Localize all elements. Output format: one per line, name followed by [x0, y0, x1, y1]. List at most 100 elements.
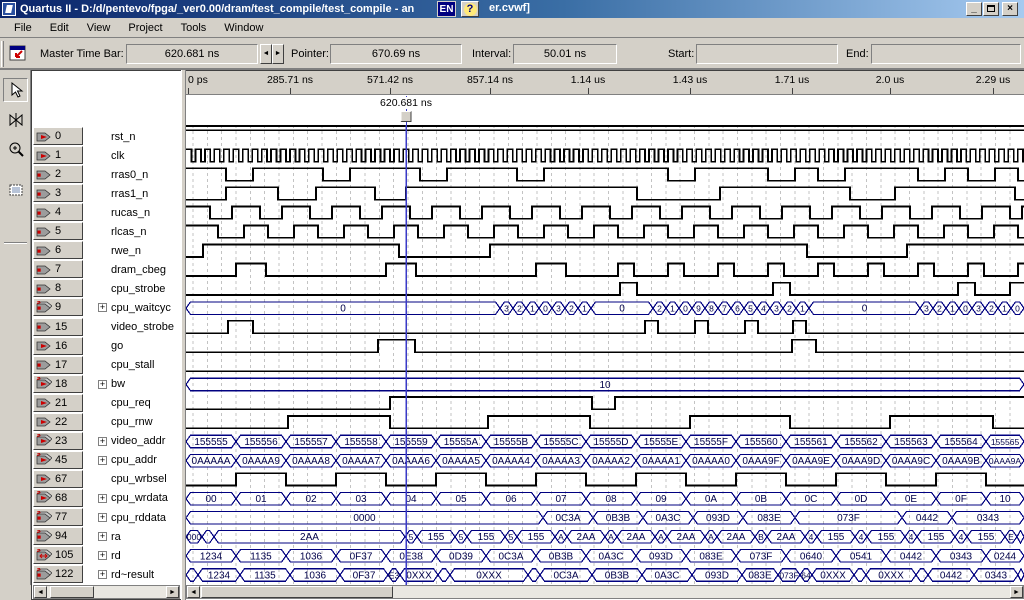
expand-plus-icon[interactable]: +: [98, 380, 107, 389]
scroll-right-icon[interactable]: ►: [1010, 586, 1023, 598]
signal-name-cell-cpu_req[interactable]: cpu_req: [84, 394, 180, 413]
signal-row-handle-rst_n[interactable]: 0: [33, 127, 83, 145]
svg-text:155555: 155555: [194, 437, 228, 448]
signal-row-handle-cpu_addr[interactable]: 45: [33, 451, 83, 469]
expand-plus-icon[interactable]: +: [98, 494, 107, 503]
master-time-bar-field[interactable]: 620.681 ns: [126, 44, 258, 64]
waveform-hscrollbar[interactable]: ◄►: [186, 585, 1024, 599]
signal-panel-hscrollbar[interactable]: ◄►: [33, 585, 180, 599]
end-field[interactable]: [871, 44, 1021, 64]
zoom-tool-icon[interactable]: [3, 138, 28, 162]
signal-row-handle-rlcas_n[interactable]: 5: [33, 222, 83, 240]
signal-row-handle-cpu_wrdata[interactable]: 68: [33, 489, 83, 507]
svg-text:0XXX: 0XXX: [820, 570, 846, 581]
signal-name-cell-cpu_wrdata[interactable]: +cpu_wrdata: [84, 489, 180, 508]
waveform-canvas[interactable]: 0321032102109876543210321032101015555515…: [186, 125, 1024, 585]
master-time-bar-line[interactable]: [406, 96, 407, 585]
signal-name-cell-rd~result[interactable]: +rd~result: [84, 565, 180, 584]
signal-name-cell-cpu_addr[interactable]: +cpu_addr: [84, 451, 180, 470]
master-time-bar-handle[interactable]: [401, 111, 412, 122]
signal-name-cell-cpu_rnw[interactable]: cpu_rnw: [84, 413, 180, 432]
menu-item-window[interactable]: Window: [216, 20, 271, 36]
menu-item-tools[interactable]: Tools: [173, 20, 215, 36]
signal-name-cell-bw[interactable]: +bw: [84, 375, 180, 394]
scroll-thumb[interactable]: [50, 586, 94, 598]
output-pin-icon: [36, 244, 52, 257]
expand-plus-icon[interactable]: +: [98, 303, 107, 312]
waveform-edit-tool-icon[interactable]: [3, 108, 28, 132]
signal-name-cell-rras0_n[interactable]: rras0_n: [84, 165, 180, 184]
signal-row-handle-rucas_n[interactable]: 4: [33, 203, 83, 221]
menu-item-project[interactable]: Project: [120, 20, 170, 36]
menu-item-edit[interactable]: Edit: [42, 20, 77, 36]
signal-row-handle-cpu_rddata[interactable]: 77: [33, 508, 83, 526]
signal-name-cell-cpu_stall[interactable]: cpu_stall: [84, 356, 180, 375]
marker-strip[interactable]: [186, 95, 1024, 125]
signal-row-handle-cpu_waitcyc[interactable]: 9: [33, 298, 83, 316]
expand-plus-icon[interactable]: +: [98, 570, 107, 579]
full-screen-tool-icon[interactable]: [3, 178, 28, 202]
signal-name-cell-cpu_strobe[interactable]: cpu_strobe: [84, 279, 180, 298]
signal-row-handle-cpu_stall[interactable]: 17: [33, 356, 83, 374]
scroll-left-icon[interactable]: ◄: [187, 586, 200, 598]
svg-text:083E: 083E: [757, 513, 781, 524]
scroll-thumb[interactable]: [201, 586, 393, 598]
signal-row-handle-rras0_n[interactable]: 2: [33, 165, 83, 183]
signal-name-cell-cpu_wrbsel[interactable]: cpu_wrbsel: [84, 470, 180, 489]
waveform-toolbar-icon[interactable]: [7, 42, 31, 66]
signal-row-handle-clk[interactable]: 1: [33, 146, 83, 164]
signal-name-cell-cpu_rddata[interactable]: +cpu_rddata: [84, 508, 180, 527]
signal-name-cell-rras1_n[interactable]: rras1_n: [84, 184, 180, 203]
scroll-left-icon[interactable]: ◄: [34, 586, 47, 598]
language-indicator-badge[interactable]: EN: [437, 1, 456, 17]
signal-name-cell-rwe_n[interactable]: rwe_n: [84, 241, 180, 260]
signal-index: 22: [55, 416, 67, 428]
signal-row-handle-video_addr[interactable]: 23: [33, 432, 83, 450]
signal-row-handle-rd~result[interactable]: 122: [33, 565, 83, 583]
signal-row-handle-go[interactable]: 16: [33, 337, 83, 355]
signal-row-handle-cpu_rnw[interactable]: 22: [33, 413, 83, 431]
selection-tool-icon[interactable]: [3, 78, 28, 102]
menu-item-file[interactable]: File: [6, 20, 40, 36]
expand-plus-icon[interactable]: +: [98, 551, 107, 560]
minimize-button[interactable]: _: [966, 2, 982, 16]
scroll-right-icon[interactable]: ►: [166, 586, 179, 598]
signal-name-cell-clk[interactable]: clk: [84, 146, 180, 165]
signal-row-handle-cpu_strobe[interactable]: 8: [33, 279, 83, 297]
signal-name-cell-ra[interactable]: +ra: [84, 527, 180, 546]
signal-row-handle-ra[interactable]: 94: [33, 527, 83, 545]
signal-row-handle-bw[interactable]: 18: [33, 375, 83, 393]
output-bus-icon: [36, 511, 52, 524]
expand-plus-icon[interactable]: +: [98, 437, 107, 446]
master-time-spin-left-icon[interactable]: ◄: [260, 44, 272, 64]
help-icon[interactable]: ?: [461, 1, 479, 17]
signal-name-cell-rst_n[interactable]: rst_n: [84, 127, 180, 146]
signal-name-cell-dram_cbeg[interactable]: dram_cbeg: [84, 260, 180, 279]
expand-plus-icon[interactable]: +: [98, 456, 107, 465]
signal-row-handle-rras1_n[interactable]: 3: [33, 184, 83, 202]
expand-plus-icon[interactable]: +: [98, 513, 107, 522]
signal-row-handle-cpu_wrbsel[interactable]: 67: [33, 470, 83, 488]
svg-text:0A3C: 0A3C: [655, 513, 680, 524]
svg-text:0XXX: 0XXX: [878, 570, 904, 581]
signal-row-handle-video_strobe[interactable]: 15: [33, 318, 83, 336]
close-button[interactable]: ×: [1002, 2, 1018, 16]
signal-name-cell-rd[interactable]: +rd: [84, 546, 180, 565]
signal-row-handle-rd[interactable]: 105: [33, 546, 83, 564]
signal-name-cell-rlcas_n[interactable]: rlcas_n: [84, 222, 180, 241]
signal-row-handle-cpu_req[interactable]: 21: [33, 394, 83, 412]
signal-row-handle-dram_cbeg[interactable]: 7: [33, 260, 83, 278]
signal-name-cell-go[interactable]: go: [84, 337, 180, 356]
restore-button[interactable]: [983, 2, 999, 16]
signal-name-cell-cpu_waitcyc[interactable]: +cpu_waitcyc: [84, 298, 180, 317]
time-ruler[interactable]: 0 ps285.71 ns571.42 ns857.14 ns1.14 us1.…: [186, 71, 1024, 95]
signal-name-cell-rucas_n[interactable]: rucas_n: [84, 203, 180, 222]
signal-name-cell-video_strobe[interactable]: video_strobe: [84, 318, 180, 337]
menu-item-view[interactable]: View: [79, 20, 119, 36]
signal-row-handle-rwe_n[interactable]: 6: [33, 241, 83, 259]
expand-plus-icon[interactable]: +: [98, 532, 107, 541]
signal-name-cell-video_addr[interactable]: +video_addr: [84, 432, 180, 451]
master-time-spin-right-icon[interactable]: ►: [272, 44, 284, 64]
start-field[interactable]: [696, 44, 838, 64]
toolbar-grip[interactable]: [1, 41, 4, 67]
